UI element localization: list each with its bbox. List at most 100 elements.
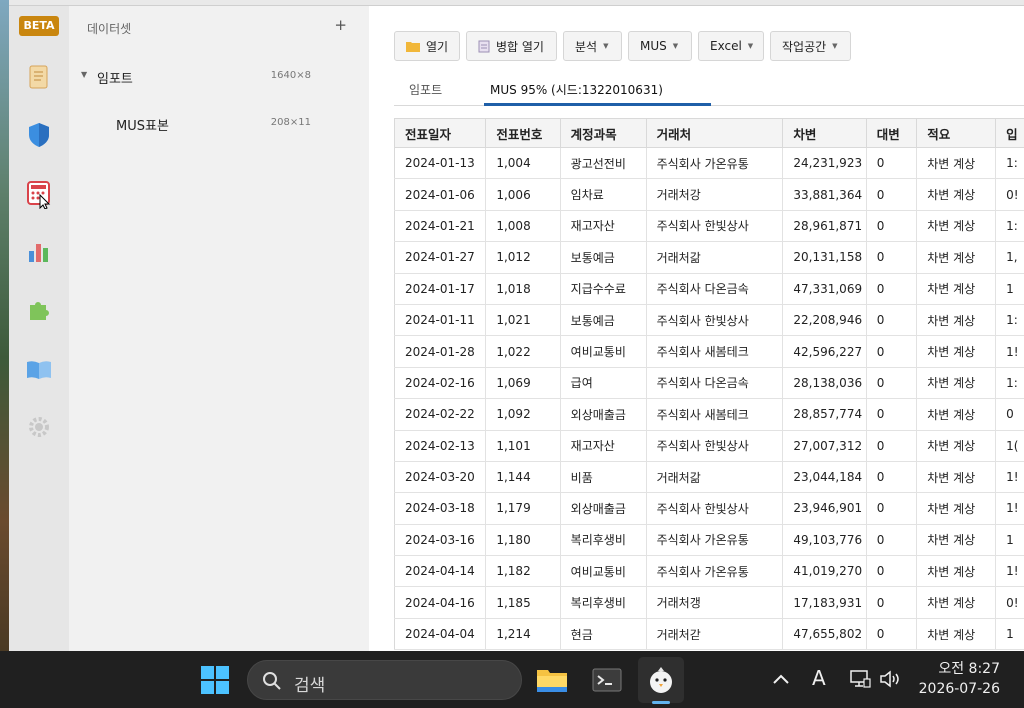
merge-open-label: 병합 열기 <box>496 39 544 54</box>
table-cell: 1,180 <box>485 523 561 557</box>
dropdown-caret-icon: ▼ <box>672 42 679 50</box>
analysis-dropdown[interactable]: 분석 ▼ <box>563 31 622 61</box>
dataset-item-import[interactable]: ▼ 임포트 1640×8 <box>69 64 369 90</box>
table-cell: 차변 계상 <box>916 492 997 525</box>
table-cell: 임차료 <box>559 178 647 211</box>
dropdown-caret-icon: ▼ <box>832 42 838 50</box>
active-tab-indicator <box>484 103 711 106</box>
puzzle-icon[interactable] <box>23 294 55 326</box>
table-cell: 주식회사 가온유통 <box>645 555 784 588</box>
table-cell: 0! <box>995 586 1024 619</box>
table-cell: 주식회사 가온유통 <box>645 523 784 557</box>
tab-mus-sample[interactable]: MUS 95% (시드:1322010631) <box>490 81 663 98</box>
table-cell: 2024-02-16 <box>394 366 487 400</box>
dataset-dims: 1640×8 <box>270 70 311 81</box>
table-cell: 재고자산 <box>559 429 647 462</box>
shield-icon[interactable] <box>23 119 55 151</box>
table-row[interactable]: 2024-04-04 1,214 현금 거래처갇 47,655,802 0 차변 계상 1 <box>394 617 1024 651</box>
column-header[interactable]: 차변 <box>782 118 867 148</box>
table-cell: 2024-04-04 <box>394 617 487 651</box>
desktop-wallpaper <box>0 0 9 651</box>
data-table-container[interactable]: 전표일자 전표번호 계정과목 거래처 차변 대변 적요 입 2024-01-13 1,004 광고… <box>394 118 1024 651</box>
table-cell: 28,857,774 <box>782 398 867 431</box>
column-header[interactable]: 적요 <box>916 118 997 148</box>
network-icon[interactable] <box>849 669 871 694</box>
excel-label: Excel <box>710 39 742 53</box>
table-cell: 2024-01-21 <box>394 209 487 243</box>
workspace-dropdown[interactable]: 작업공간 ▼ <box>770 31 851 61</box>
table-cell: 0 <box>865 586 918 619</box>
table-cell: 24,231,923 <box>782 146 867 180</box>
table-cell: 급여 <box>559 366 647 400</box>
table-cell: 차변 계상 <box>916 303 997 337</box>
table-row[interactable]: 2024-03-16 1,180 복리후생비 주식회사 가온유통 49,103,776 0… <box>394 523 1024 557</box>
add-dataset-button[interactable]: + <box>334 16 347 34</box>
table-cell: 1,008 <box>485 209 561 243</box>
taskbar-search[interactable]: 검색 <box>247 660 522 700</box>
table-row[interactable]: 2024-03-20 1,144 비품 거래처갊 23,044,184 0 차변 계상 1! <box>394 460 1024 494</box>
column-header[interactable]: 입 <box>995 118 1024 148</box>
gear-icon[interactable] <box>23 411 55 443</box>
column-header[interactable]: 계정과목 <box>559 118 647 148</box>
windows-start-icon[interactable] <box>200 665 230 695</box>
open-label: 열기 <box>426 39 449 54</box>
mus-dropdown[interactable]: MUS ▼ <box>628 31 692 61</box>
beta-badge: BETA <box>19 16 59 36</box>
table-cell: 0 <box>865 617 918 651</box>
table-row[interactable]: 2024-01-17 1,018 지급수수료 주식회사 다온금속 47,331,069 0… <box>394 272 1024 305</box>
table-row[interactable]: 2024-04-14 1,182 여비교통비 주식회사 가온유통 41,019,270 0… <box>394 555 1024 588</box>
volume-icon[interactable] <box>879 669 903 694</box>
data-table: 전표일자 전표번호 계정과목 거래처 차변 대변 적요 입 2024-01-13 1,004 광고… <box>394 118 1024 651</box>
scroll-icon[interactable] <box>23 61 55 93</box>
dataset-name: MUS표본 <box>116 119 169 134</box>
table-row[interactable]: 2024-01-28 1,022 여비교통비 주식회사 새봄테크 42,596,227 0… <box>394 335 1024 368</box>
table-row[interactable]: 2024-01-06 1,006 임차료 거래처강 33,881,364 0 차변 계상 0! <box>394 178 1024 211</box>
expand-caret-icon[interactable]: ▼ <box>81 70 87 79</box>
table-cell: 0 <box>865 523 918 557</box>
toolbar: 열기 병합 열기 분석 ▼ MUS ▼ Excel ▼ 작업공간 ▼ <box>394 31 851 61</box>
mus-label: MUS <box>640 39 667 53</box>
system-clock[interactable]: 오전 8:27 2026-07-26 <box>919 659 1000 699</box>
file-explorer-icon[interactable] <box>535 663 569 697</box>
open-button[interactable]: 열기 <box>394 31 460 61</box>
table-cell: 2024-01-11 <box>394 303 487 337</box>
table-cell: 47,655,802 <box>782 617 867 651</box>
table-cell: 33,881,364 <box>782 178 867 211</box>
app-mascot-icon[interactable] <box>644 663 678 697</box>
table-row[interactable]: 2024-01-21 1,008 재고자산 주식회사 한빛상사 28,961,871 0 차… <box>394 209 1024 243</box>
table-cell: 0 <box>865 241 918 274</box>
table-cell: 28,138,036 <box>782 366 867 400</box>
table-row[interactable]: 2024-01-11 1,021 보통예금 주식회사 한빛상사 22,208,946 0 차… <box>394 303 1024 337</box>
table-row[interactable]: 2024-04-16 1,185 복리후생비 거래처갱 17,183,931 0 차변 계상… <box>394 586 1024 619</box>
ime-indicator[interactable]: A <box>812 666 826 690</box>
table-cell: 1,214 <box>485 617 561 651</box>
chevron-up-icon[interactable] <box>772 669 790 690</box>
terminal-icon[interactable] <box>590 663 624 697</box>
excel-dropdown[interactable]: Excel ▼ <box>698 31 764 61</box>
dataset-item-mus[interactable]: MUS표본 208×11 <box>69 111 369 137</box>
table-row[interactable]: 2024-03-18 1,179 외상매출금 주식회사 한빛상사 23,946,901 0… <box>394 492 1024 525</box>
merge-open-button[interactable]: 병합 열기 <box>466 31 557 61</box>
column-header[interactable]: 전표번호 <box>485 118 561 148</box>
book-icon[interactable] <box>23 354 55 386</box>
table-row[interactable]: 2024-02-22 1,092 외상매출금 주식회사 새봄테크 28,857,774 0… <box>394 398 1024 431</box>
table-row[interactable]: 2024-01-27 1,012 보통예금 거래처갊 20,131,158 0 차변 계상 1… <box>394 241 1024 274</box>
column-header[interactable]: 거래처 <box>645 118 784 148</box>
table-row[interactable]: 2024-02-16 1,069 급여 주식회사 다온금속 28,138,036 0 차변 … <box>394 366 1024 400</box>
table-row[interactable]: 2024-02-13 1,101 재고자산 주식회사 한빛상사 27,007,312 0 차… <box>394 429 1024 462</box>
table-cell: 49,103,776 <box>782 523 867 557</box>
bar-chart-icon[interactable] <box>23 236 55 268</box>
table-cell: 주식회사 한빛상사 <box>645 209 784 243</box>
search-icon <box>262 671 282 695</box>
table-row[interactable]: 2024-01-13 1,004 광고선전비 주식회사 가온유통 24,231,923 0… <box>394 146 1024 180</box>
tab-import[interactable]: 임포트 <box>409 81 442 98</box>
table-cell: 보통예금 <box>559 241 647 274</box>
table-cell: 2024-03-16 <box>394 523 487 557</box>
column-header[interactable]: 전표일자 <box>394 118 487 148</box>
table-cell: 1 <box>995 272 1024 305</box>
panel-title: 데이터셋 <box>87 22 132 36</box>
table-cell: 비품 <box>559 460 647 494</box>
table-cell: 1,006 <box>485 178 561 211</box>
calculator-icon[interactable] <box>23 178 55 210</box>
column-header[interactable]: 대변 <box>865 118 918 148</box>
